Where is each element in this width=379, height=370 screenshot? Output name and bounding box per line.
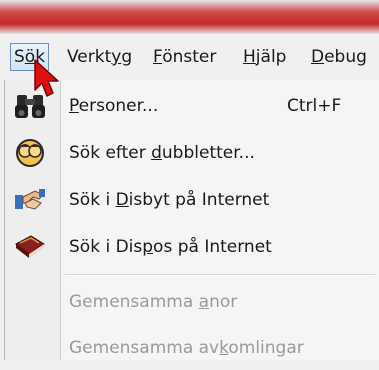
menu-item-label: Sök i Dispos på Internet: [69, 237, 272, 257]
book-icon: [13, 232, 47, 262]
twins-icon: [13, 138, 47, 168]
menu-item-label: Gemensamma anor: [69, 292, 238, 312]
mouse-cursor-icon: [34, 59, 59, 97]
menu-item-dispos[interactable]: Sök i Dispos på Internet: [5, 225, 379, 269]
menu-separator: [65, 274, 375, 276]
menu-item-label: Gemensamma avkomlingar: [69, 338, 304, 358]
menu-item-dubbletter[interactable]: Sök efter dubbletter...: [5, 131, 379, 175]
menu-debug[interactable]: Debug: [308, 44, 370, 70]
menu-item-label: Personer...: [69, 96, 159, 116]
menu-item-label: Sök efter dubbletter...: [69, 143, 255, 163]
menu-item-label: Sök i Disbyt på Internet: [69, 190, 270, 210]
menu-verktyg[interactable]: Verktyg: [64, 44, 135, 70]
menu-item-disbyt[interactable]: Sök i Disbyt på Internet: [5, 178, 379, 222]
menu-hjalp[interactable]: Hjälp: [240, 44, 289, 70]
shortcut-label: Ctrl+F: [287, 96, 342, 116]
sok-dropdown-menu: Personer... Ctrl+F Sök efter dubbletter.…: [4, 80, 379, 360]
menu-fonster[interactable]: Fönster: [150, 44, 219, 70]
window-title-bar: [0, 0, 379, 34]
menu-item-gemensamma-avkomlingar: Gemensamma avkomlingar: [5, 326, 379, 370]
menu-item-personer[interactable]: Personer... Ctrl+F: [5, 84, 379, 128]
handshake-icon: [13, 185, 47, 215]
menu-item-gemensamma-anor: Gemensamma anor: [5, 280, 379, 324]
